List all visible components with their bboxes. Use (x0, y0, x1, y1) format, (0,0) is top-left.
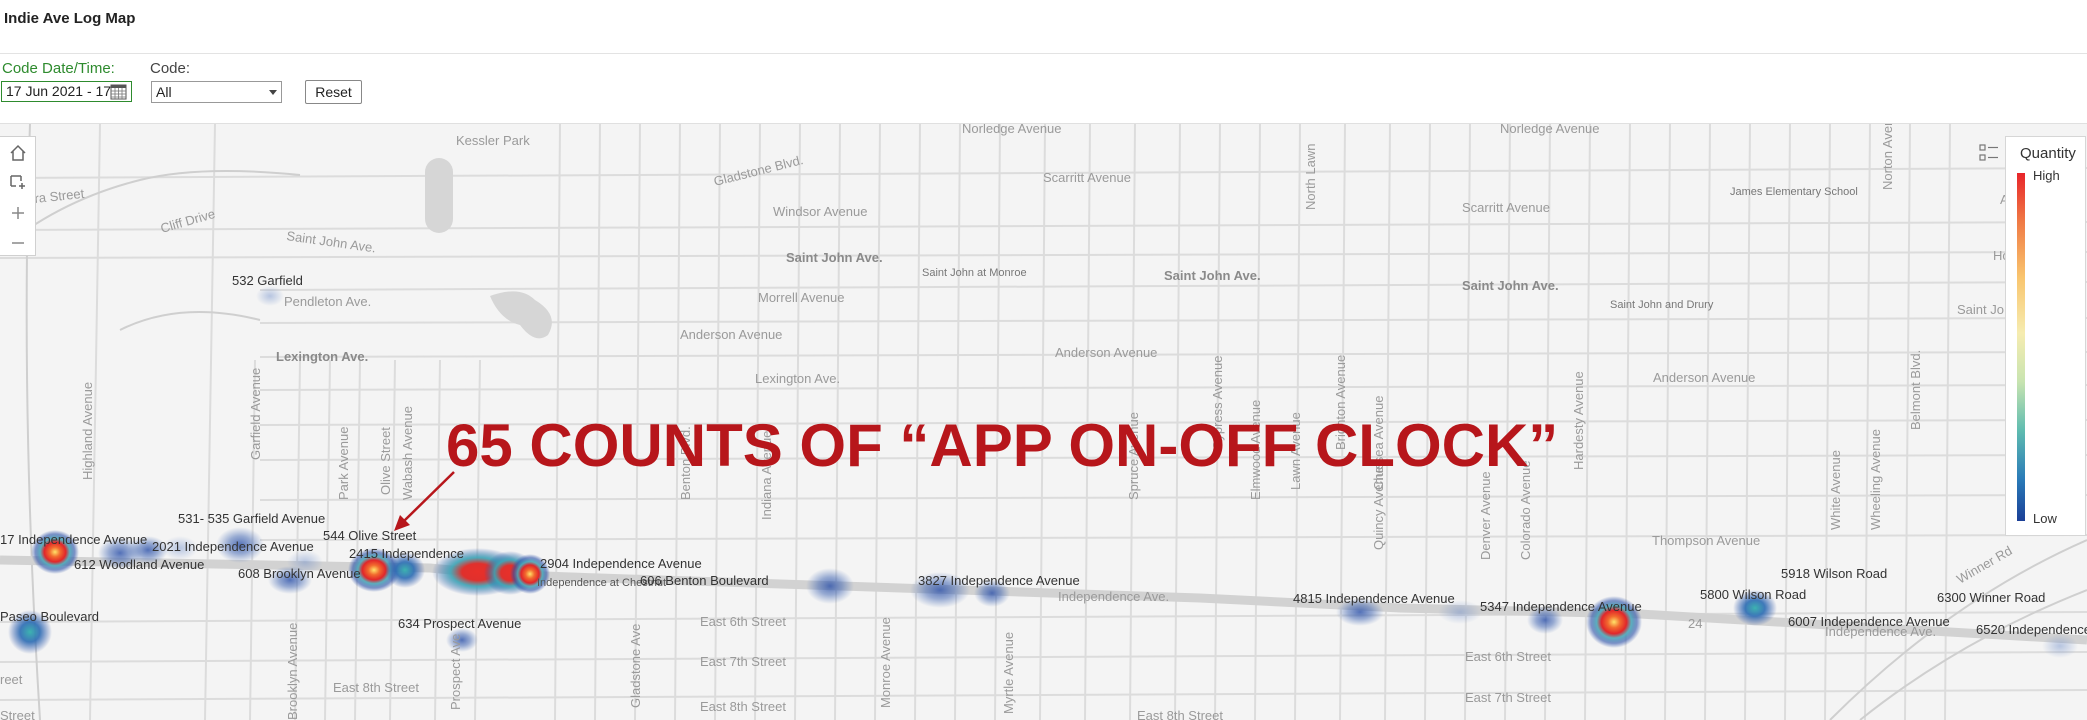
map-label: Scarritt Avenue (1043, 170, 1131, 185)
map-label: Kessler Park (456, 133, 530, 148)
map-label: Saint John at Monroe (922, 267, 1027, 279)
map-label: reet (0, 672, 23, 687)
map-label: Norledge Avenue (1500, 124, 1600, 136)
map-label: Saint Jo (1957, 302, 2004, 317)
chevron-down-icon[interactable] (269, 90, 277, 95)
code-select[interactable]: All (151, 81, 282, 103)
date-filter-label: Code Date/Time: (2, 60, 115, 77)
map-label: Cliff Drive (159, 206, 217, 236)
map-label: Olive Street (378, 427, 393, 495)
legend-color-ramp (2017, 173, 2025, 521)
map-label: Lexington Ave. (276, 349, 368, 364)
map-label: East 7th Street (700, 654, 786, 669)
quantity-legend: Quantity High Low (2005, 136, 2086, 536)
map-label: Brooklyn Avenue (285, 623, 300, 720)
map-label: Denver Avenue (1478, 471, 1493, 560)
map-label: Saint John Ave. (286, 228, 377, 255)
map-label: East 8th Street (700, 699, 786, 714)
map-label: Wabash Avenue (400, 406, 415, 500)
header-divider (0, 53, 2087, 54)
calendar-icon[interactable] (110, 83, 127, 100)
point-label: 6007 Independence Avenue (1788, 614, 1950, 629)
map-label: Monroe Avenue (878, 617, 893, 708)
map-label: Saint John and Drury (1610, 299, 1714, 311)
layer-list-icon[interactable] (1976, 140, 2002, 166)
map-label: Belmont Blvd. (1908, 350, 1923, 430)
map-label: Saint John Ave. (1462, 278, 1559, 293)
map-label: Scarritt Avenue (1462, 200, 1550, 215)
point-label: 6520 Independence (1976, 622, 2087, 637)
point-label: 3827 Independence Avenue (918, 573, 1080, 588)
point-label: 544 Olive Street (323, 528, 417, 543)
map-label: Park Avenue (336, 427, 351, 500)
point-label: 2904 Independence Avenue (540, 556, 702, 571)
map-label: Saint John Ave. (1164, 268, 1261, 283)
heat-map[interactable]: Kessler Park Norledge Avenue Norledge Av… (0, 124, 2087, 720)
map-label: Prospect Ave (448, 634, 463, 710)
map-label: Gladstone Blvd. (712, 152, 805, 189)
map-label: ra Street (34, 186, 86, 206)
map-label: 24 (1688, 616, 1702, 631)
map-label: Independence Ave. (1058, 589, 1169, 604)
point-label: 5347 Independence Avenue (1480, 599, 1642, 614)
point-label: 5918 Wilson Road (1781, 566, 1887, 581)
map-label: East 6th Street (700, 614, 786, 629)
map-label: Pendleton Ave. (284, 294, 371, 309)
map-label: Norledge Avenue (962, 124, 1062, 136)
map-label: White Avenue (1828, 450, 1843, 530)
point-label: 2021 Independence Avenue (152, 539, 314, 554)
map-label: Winner Rd (1954, 543, 2015, 587)
map-label: Gladstone Ave (628, 624, 643, 708)
map-label: Wheeling Avenue (1868, 429, 1883, 530)
legend-low-label: Low (2033, 511, 2057, 526)
map-label: East 8th Street (1137, 708, 1223, 720)
map-label: East 8th Street (333, 680, 419, 695)
legend-title: Quantity (2020, 145, 2076, 162)
point-label: 612 Woodland Avenue (74, 557, 204, 572)
map-toolbar (0, 136, 36, 256)
point-label: 606 Benton Boulevard (640, 573, 769, 588)
point-label: 4815 Independence Avenue (1293, 591, 1455, 606)
legend-high-label: High (2033, 168, 2060, 183)
code-filter-label: Code: (150, 60, 191, 77)
map-label: East 6th Street (1465, 649, 1551, 664)
map-label: Garfield Avenue (248, 368, 263, 460)
point-label: 608 Brooklyn Avenue (238, 566, 361, 581)
select-area-icon[interactable] (8, 173, 28, 193)
map-label: Lexington Ave. (755, 371, 840, 386)
map-label: Windsor Avenue (773, 204, 867, 219)
map-label: Anderson Avenue (1653, 370, 1755, 385)
point-label: Paseo Boulevard (0, 609, 99, 624)
map-label: Anderson Avenue (1055, 345, 1157, 360)
map-label: James Elementary School (1730, 186, 1858, 198)
lake-shape (425, 158, 453, 233)
map-label: Thompson Avenue (1652, 533, 1760, 548)
map-label: Anderson Avenue (680, 327, 782, 342)
map-label: Saint John Ave. (786, 250, 883, 265)
map-label: Myrtle Avenue (1001, 632, 1016, 714)
point-label: 17 Independence Avenue (0, 532, 147, 547)
point-label: 5800 Wilson Road (1700, 587, 1806, 602)
point-label: 6300 Winner Road (1937, 590, 2045, 605)
zoom-in-icon[interactable] (8, 203, 28, 223)
app-title: Indie Ave Log Map (4, 10, 136, 27)
lake-shape (490, 291, 552, 339)
map-label: Norton Avenue (1880, 124, 1895, 190)
reset-button[interactable]: Reset (305, 80, 362, 104)
point-label: 2415 Independence (349, 546, 464, 561)
map-label: North Lawn (1303, 144, 1318, 210)
map-label: Highland Avenue (80, 382, 95, 480)
map-label: East 7th Street (1465, 690, 1551, 705)
zoom-out-icon[interactable] (8, 233, 28, 253)
point-label: 634 Prospect Avenue (398, 616, 521, 631)
point-label: 532 Garfield (232, 273, 303, 288)
map-label: Street (0, 708, 35, 720)
point-label: 531- 535 Garfield Avenue (178, 511, 325, 526)
map-label: Hardesty Avenue (1571, 371, 1586, 470)
home-icon[interactable] (8, 143, 28, 163)
callout-text: 65 COUNTS OF “APP ON-OFF CLOCK” (446, 412, 1559, 479)
map-label: Morrell Avenue (758, 290, 844, 305)
